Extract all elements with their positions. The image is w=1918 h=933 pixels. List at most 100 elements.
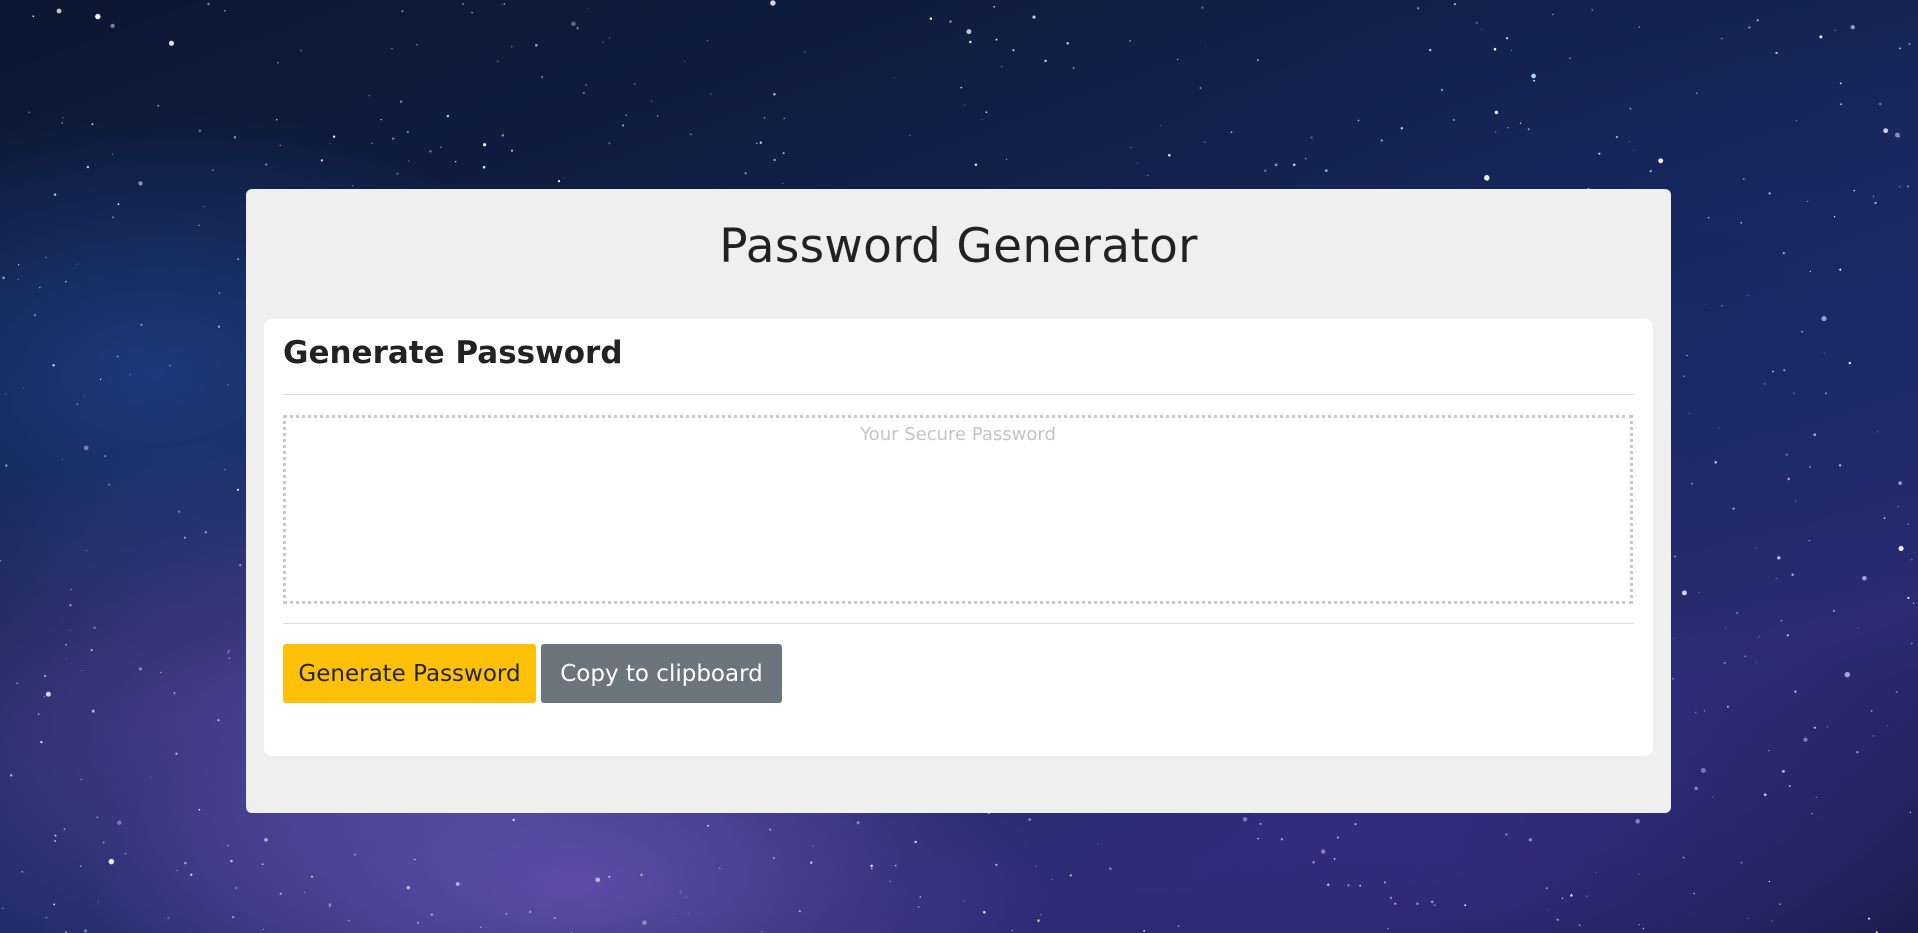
star — [91, 709, 95, 713]
star — [1727, 705, 1729, 708]
star — [96, 816, 99, 819]
star — [1694, 786, 1698, 791]
star — [1899, 47, 1901, 50]
star — [608, 875, 611, 878]
star — [76, 263, 78, 265]
copy-to-clipboard-button[interactable]: Copy to clipboard — [541, 644, 782, 703]
star — [1354, 823, 1357, 826]
star — [28, 111, 31, 114]
star — [303, 892, 305, 893]
star — [1747, 294, 1749, 297]
star — [1783, 369, 1786, 372]
star — [571, 21, 576, 27]
star — [1787, 477, 1790, 481]
star — [44, 675, 47, 677]
star — [178, 510, 181, 513]
star — [1898, 481, 1902, 485]
star — [1452, 118, 1455, 122]
star — [1839, 82, 1842, 85]
star — [204, 531, 207, 534]
star — [235, 887, 238, 889]
star — [223, 9, 226, 12]
star — [262, 928, 265, 931]
star — [949, 20, 952, 23]
star — [1430, 900, 1434, 904]
star — [1813, 726, 1816, 729]
star — [1254, 814, 1255, 816]
star — [117, 203, 120, 206]
star — [772, 857, 775, 859]
star — [1815, 796, 1818, 799]
star — [264, 837, 268, 842]
star — [634, 83, 636, 85]
star — [1416, 902, 1419, 905]
star — [1205, 45, 1206, 47]
star — [54, 840, 57, 842]
star — [401, 10, 404, 13]
star — [679, 891, 681, 893]
star — [1740, 861, 1743, 864]
star — [239, 563, 242, 567]
star — [1832, 609, 1836, 613]
star — [160, 671, 162, 674]
star — [45, 256, 47, 259]
star — [1434, 904, 1436, 906]
star — [371, 142, 373, 144]
star — [1862, 575, 1867, 581]
star — [510, 45, 513, 48]
star — [501, 4, 503, 6]
star — [99, 378, 102, 381]
star — [300, 49, 302, 52]
star — [1325, 169, 1328, 172]
star — [1552, 13, 1554, 16]
star — [1528, 838, 1532, 842]
star — [83, 394, 85, 396]
star — [1899, 185, 1901, 188]
star — [893, 77, 895, 79]
star — [93, 626, 96, 629]
star — [671, 917, 673, 919]
star — [651, 100, 653, 102]
star — [917, 906, 920, 908]
star — [870, 867, 873, 870]
star — [1793, 392, 1795, 394]
star — [406, 886, 410, 890]
star — [17, 278, 19, 281]
star — [496, 60, 499, 63]
star — [1494, 110, 1499, 115]
star — [1051, 878, 1053, 880]
generate-password-button[interactable]: Generate Password — [283, 644, 536, 703]
star — [233, 136, 237, 139]
star — [583, 92, 585, 94]
star — [61, 458, 63, 460]
star — [408, 160, 410, 162]
star — [1242, 817, 1248, 822]
star — [1808, 539, 1811, 542]
star — [168, 40, 175, 46]
star — [1823, 352, 1825, 354]
star — [1440, 88, 1444, 92]
star — [1199, 87, 1202, 89]
star — [227, 844, 229, 847]
star — [140, 323, 143, 326]
star — [102, 841, 105, 844]
star — [112, 153, 114, 155]
star — [236, 488, 240, 491]
star — [1256, 58, 1260, 62]
generate-card: Generate Password Generate Password Copy… — [264, 319, 1653, 756]
star — [1844, 671, 1851, 678]
star — [1714, 461, 1717, 464]
star — [1556, 918, 1559, 921]
star — [167, 917, 170, 919]
star — [53, 193, 57, 196]
star — [602, 41, 604, 43]
star — [1036, 865, 1037, 867]
password-output-field[interactable] — [283, 415, 1633, 604]
star — [1898, 135, 1900, 138]
star — [1777, 556, 1781, 560]
star — [1883, 517, 1886, 519]
star — [1840, 103, 1843, 106]
star — [1848, 361, 1852, 365]
star — [1389, 896, 1393, 900]
star — [173, 692, 176, 694]
